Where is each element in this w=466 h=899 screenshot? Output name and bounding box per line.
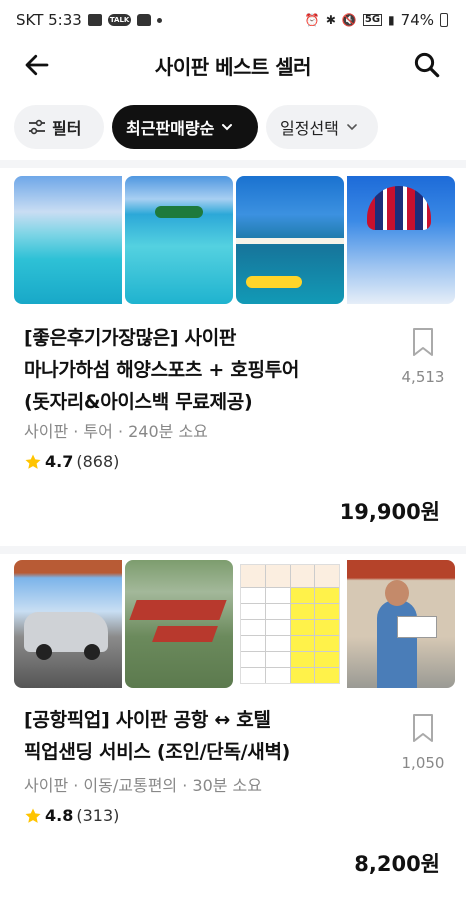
product-image xyxy=(236,176,344,304)
5g-icon: 5G xyxy=(362,14,383,26)
section-divider xyxy=(0,160,466,168)
product-meta: 사이판 · 이동/교통편의 · 30분 소요 xyxy=(24,776,262,795)
filter-bar: 필터 최근판매량순 일정선택 xyxy=(14,105,378,149)
status-bar: SKT 5:33 TALK ⏰ ✱ 🔇 5G ▮ 74% xyxy=(0,0,466,40)
product-card[interactable]: [공항픽업] 사이판 공항 ↔ 호텔 픽업샌딩 서비스 (조인/단독/새벽) 1… xyxy=(0,554,466,899)
sliders-icon xyxy=(29,119,45,135)
product-price: 19,900원 xyxy=(339,500,440,524)
title-line: [공항픽업] 사이판 공항 ↔ 호텔 xyxy=(24,709,271,731)
chevron-down-icon xyxy=(347,124,357,131)
product-image xyxy=(14,560,122,688)
rating: 4.7 (868) xyxy=(24,452,119,471)
schedule-label: 일정선택 xyxy=(280,119,339,138)
sort-label: 최근판매량순 xyxy=(126,119,215,138)
bookmark-button[interactable]: 1,050 xyxy=(398,712,448,772)
rating: 4.8 (313) xyxy=(24,806,119,825)
page-title: 사이판 베스트 셀러 xyxy=(154,54,312,79)
filter-button[interactable]: 필터 xyxy=(14,105,104,149)
bluetooth-icon: ✱ xyxy=(325,13,336,27)
rating-score: 4.7 xyxy=(45,452,74,471)
bookmark-button[interactable]: 4,513 xyxy=(398,326,448,386)
signal-icon: ▮ xyxy=(388,13,395,27)
title-line: 마나가하섬 해양스포츠 + 호핑투어 xyxy=(24,359,300,381)
schedule-dropdown[interactable]: 일정선택 xyxy=(266,105,378,149)
save-count: 4,513 xyxy=(401,368,445,386)
filter-label: 필터 xyxy=(52,119,82,138)
star-icon xyxy=(25,808,41,823)
talk-icon: TALK xyxy=(107,14,132,26)
title-line: [좋은후기가장많은] 사이판 xyxy=(24,327,237,349)
review-count: (313) xyxy=(76,806,120,825)
bookmark-icon xyxy=(413,714,433,742)
chevron-down-icon xyxy=(222,124,233,131)
image-strip xyxy=(14,560,455,688)
bookmark-icon xyxy=(413,328,433,356)
save-count: 1,050 xyxy=(401,754,445,772)
product-image xyxy=(14,176,122,304)
product-image xyxy=(236,560,344,688)
rating-score: 4.8 xyxy=(45,806,74,825)
product-meta: 사이판 · 투어 · 240분 소요 xyxy=(24,422,208,441)
section-divider xyxy=(0,546,466,554)
alarm-icon: ⏰ xyxy=(304,13,320,27)
back-arrow-icon[interactable] xyxy=(22,50,52,80)
product-image xyxy=(347,560,455,688)
search-icon[interactable] xyxy=(412,50,442,80)
sort-dropdown[interactable]: 최근판매량순 xyxy=(112,105,258,149)
product-title[interactable]: [공항픽업] 사이판 공항 ↔ 호텔 픽업샌딩 서비스 (조인/단독/새벽) xyxy=(24,704,364,768)
battery-icon xyxy=(440,13,448,27)
product-image xyxy=(125,176,233,304)
mute-icon: 🔇 xyxy=(341,13,357,27)
gallery-icon xyxy=(87,14,102,26)
status-time: SKT 5:33 xyxy=(16,11,82,29)
shopping-bag-icon xyxy=(137,14,152,26)
title-line: (돗자리&아이스백 무료제공) xyxy=(24,391,253,413)
app-bar: 사이판 베스트 셀러 xyxy=(0,40,466,90)
product-title[interactable]: [좋은후기가장많은] 사이판 마나가하섬 해양스포츠 + 호핑투어 (돗자리&아… xyxy=(24,322,364,418)
product-image xyxy=(347,176,455,304)
review-count: (868) xyxy=(76,452,120,471)
title-line: 픽업샌딩 서비스 (조인/단독/새벽) xyxy=(24,741,291,763)
star-icon xyxy=(25,454,41,469)
image-strip xyxy=(14,176,455,304)
product-card[interactable]: [좋은후기가장많은] 사이판 마나가하섬 해양스포츠 + 호핑투어 (돗자리&아… xyxy=(0,168,466,546)
notification-dot-icon xyxy=(157,17,163,23)
product-price: 8,200원 xyxy=(354,852,440,876)
battery-level: 74% xyxy=(400,11,434,29)
product-image xyxy=(125,560,233,688)
